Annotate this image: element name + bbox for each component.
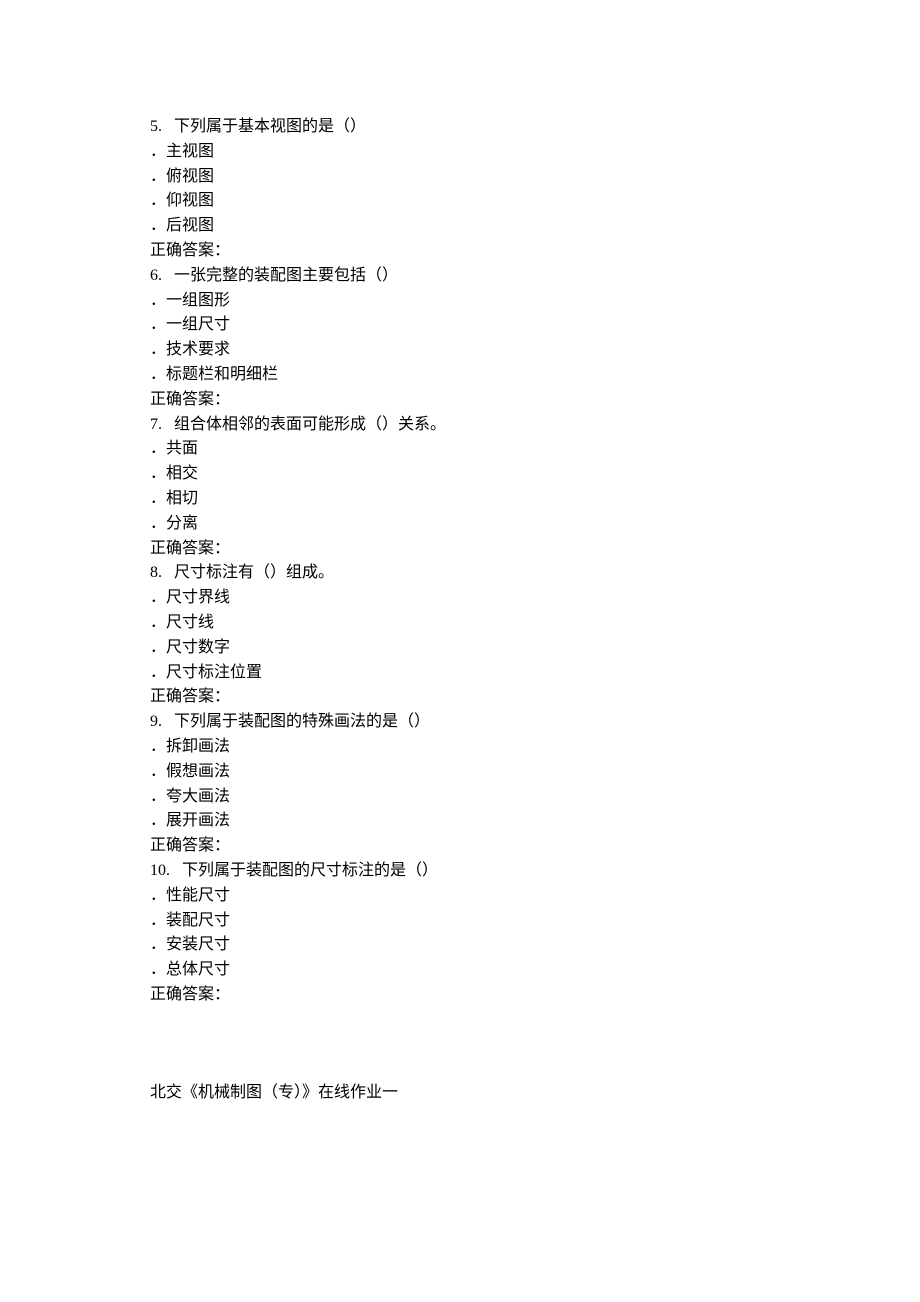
question-8: 8. 尺寸标注有（）组成。 ．尺寸界线 ．尺寸线 ．尺寸数字 ．尺寸标注位置 正… bbox=[150, 561, 770, 710]
option-text: 标题栏和明细栏 bbox=[166, 366, 278, 383]
option-text: 性能尺寸 bbox=[166, 887, 230, 904]
question-10: 10. 下列属于装配图的尺寸标注的是（） ．性能尺寸 ．装配尺寸 ．安装尺寸 ．… bbox=[150, 859, 770, 1008]
option-text: 技术要求 bbox=[166, 341, 230, 358]
option-line: ．展开画法 bbox=[150, 809, 770, 834]
option-text: 总体尺寸 bbox=[166, 961, 230, 978]
option-line: ．一组尺寸 bbox=[150, 313, 770, 338]
option-text: 尺寸界线 bbox=[166, 589, 230, 606]
option-line: ．夸大画法 bbox=[150, 785, 770, 810]
question-text: 下列属于基本视图的是（） bbox=[174, 118, 366, 135]
option-line: ．尺寸线 bbox=[150, 611, 770, 636]
footer-text: 北交《机械制图（专）》在线作业一 bbox=[150, 1081, 770, 1106]
option-line: ．性能尺寸 bbox=[150, 884, 770, 909]
option-text: 安装尺寸 bbox=[166, 936, 230, 953]
question-text: 尺寸标注有（）组成。 bbox=[174, 564, 334, 581]
option-line: ．一组图形 bbox=[150, 289, 770, 314]
option-line: ．装配尺寸 bbox=[150, 909, 770, 934]
option-text: 相交 bbox=[166, 465, 198, 482]
option-text: 俯视图 bbox=[166, 168, 214, 185]
question-text: 一张完整的装配图主要包括（） bbox=[174, 267, 398, 284]
option-text: 分离 bbox=[166, 515, 198, 532]
option-text: 假想画法 bbox=[166, 763, 230, 780]
answer-label: 正确答案： bbox=[150, 239, 770, 264]
question-text-line: 9. 下列属于装配图的特殊画法的是（） bbox=[150, 710, 770, 735]
question-text-line: 6. 一张完整的装配图主要包括（） bbox=[150, 264, 770, 289]
option-text: 后视图 bbox=[166, 217, 214, 234]
option-line: ．总体尺寸 bbox=[150, 958, 770, 983]
question-9: 9. 下列属于装配图的特殊画法的是（） ．拆卸画法 ．假想画法 ．夸大画法 ．展… bbox=[150, 710, 770, 859]
answer-label: 正确答案： bbox=[150, 983, 770, 1008]
option-text: 主视图 bbox=[166, 143, 214, 160]
question-text-line: 10. 下列属于装配图的尺寸标注的是（） bbox=[150, 859, 770, 884]
question-text-line: 8. 尺寸标注有（）组成。 bbox=[150, 561, 770, 586]
option-text: 拆卸画法 bbox=[166, 738, 230, 755]
question-text-line: 5. 下列属于基本视图的是（） bbox=[150, 115, 770, 140]
option-line: ．分离 bbox=[150, 512, 770, 537]
option-line: ．相交 bbox=[150, 462, 770, 487]
option-text: 尺寸标注位置 bbox=[166, 664, 262, 681]
option-line: ．拆卸画法 bbox=[150, 735, 770, 760]
question-number: 7. bbox=[150, 413, 162, 438]
answer-label: 正确答案： bbox=[150, 685, 770, 710]
option-text: 装配尺寸 bbox=[166, 912, 230, 929]
answer-label: 正确答案： bbox=[150, 537, 770, 562]
question-text: 组合体相邻的表面可能形成（）关系。 bbox=[174, 416, 446, 433]
question-5: 5. 下列属于基本视图的是（） ．主视图 ．俯视图 ．仰视图 ．后视图 正确答案… bbox=[150, 115, 770, 264]
question-text: 下列属于装配图的特殊画法的是（） bbox=[174, 713, 430, 730]
option-text: 一组尺寸 bbox=[166, 316, 230, 333]
option-line: ．假想画法 bbox=[150, 760, 770, 785]
option-line: ．尺寸界线 bbox=[150, 586, 770, 611]
option-text: 展开画法 bbox=[166, 812, 230, 829]
option-line: ．尺寸标注位置 bbox=[150, 661, 770, 686]
option-line: ．主视图 bbox=[150, 140, 770, 165]
answer-label: 正确答案： bbox=[150, 834, 770, 859]
option-line: ．尺寸数字 bbox=[150, 636, 770, 661]
question-text-line: 7. 组合体相邻的表面可能形成（）关系。 bbox=[150, 413, 770, 438]
question-7: 7. 组合体相邻的表面可能形成（）关系。 ．共面 ．相交 ．相切 ．分离 正确答… bbox=[150, 413, 770, 562]
option-line: ．仰视图 bbox=[150, 189, 770, 214]
option-text: 共面 bbox=[166, 440, 198, 457]
option-line: ．共面 bbox=[150, 437, 770, 462]
question-number: 5. bbox=[150, 115, 162, 140]
option-text: 一组图形 bbox=[166, 292, 230, 309]
question-6: 6. 一张完整的装配图主要包括（） ．一组图形 ．一组尺寸 ．技术要求 ．标题栏… bbox=[150, 264, 770, 413]
option-text: 尺寸线 bbox=[166, 614, 214, 631]
question-number: 10. bbox=[150, 859, 170, 884]
option-text: 仰视图 bbox=[166, 192, 214, 209]
option-line: ．俯视图 bbox=[150, 165, 770, 190]
option-line: ．后视图 bbox=[150, 214, 770, 239]
option-line: ．标题栏和明细栏 bbox=[150, 363, 770, 388]
option-text: 尺寸数字 bbox=[166, 639, 230, 656]
question-text: 下列属于装配图的尺寸标注的是（） bbox=[182, 862, 438, 879]
option-text: 夸大画法 bbox=[166, 788, 230, 805]
option-line: ．安装尺寸 bbox=[150, 933, 770, 958]
document-content: 5. 下列属于基本视图的是（） ．主视图 ．俯视图 ．仰视图 ．后视图 正确答案… bbox=[150, 115, 770, 1105]
question-number: 8. bbox=[150, 561, 162, 586]
option-line: ．相切 bbox=[150, 487, 770, 512]
option-text: 相切 bbox=[166, 490, 198, 507]
answer-label: 正确答案： bbox=[150, 388, 770, 413]
question-number: 9. bbox=[150, 710, 162, 735]
option-line: ．技术要求 bbox=[150, 338, 770, 363]
question-number: 6. bbox=[150, 264, 162, 289]
